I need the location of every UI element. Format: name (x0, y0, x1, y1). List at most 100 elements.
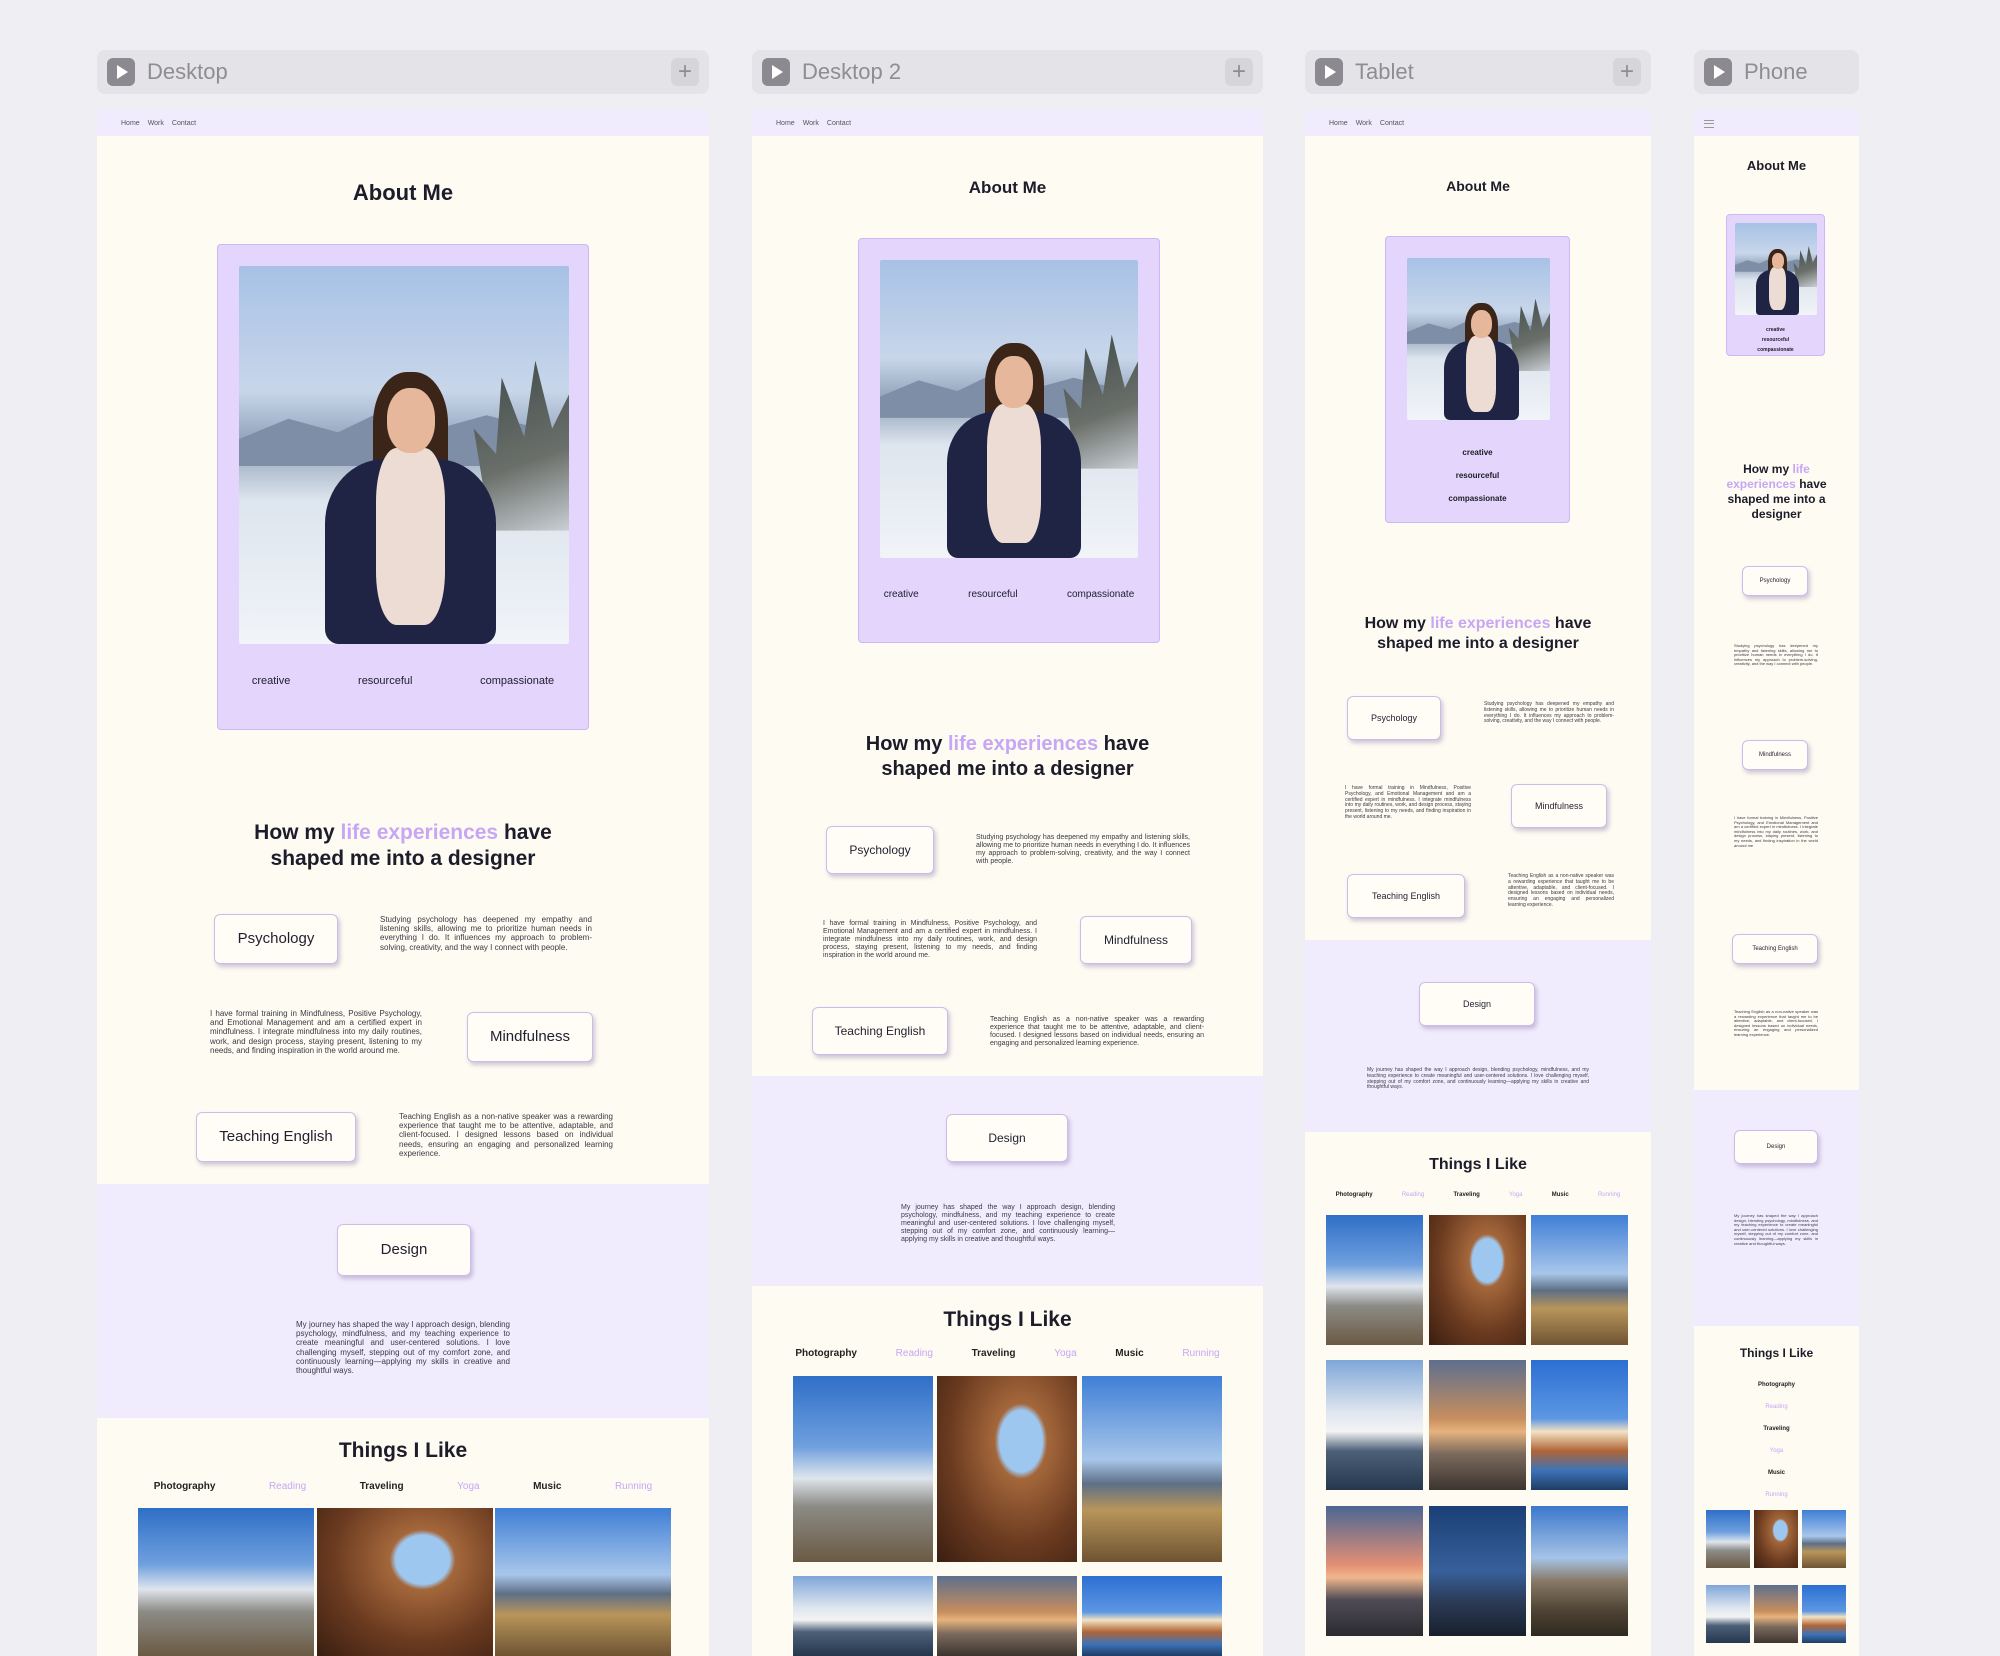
mindfulness-button[interactable]: Mindfulness (1080, 916, 1192, 964)
tab-running[interactable]: Running (615, 1481, 652, 1492)
psychology-button[interactable]: Psychology (1742, 566, 1808, 596)
frame-title: Phone (1744, 59, 1808, 84)
profile-card: creative resourceful compassionate (1385, 236, 1570, 523)
gallery-photo[interactable] (317, 1508, 493, 1656)
tab-music[interactable]: Music (533, 1481, 561, 1492)
teaching-english-text: Teaching English as a non-native speaker… (1508, 873, 1614, 908)
trait-creative: creative (1462, 448, 1493, 457)
tab-traveling[interactable]: Traveling (972, 1348, 1016, 1359)
teaching-english-button[interactable]: Teaching English (1732, 934, 1818, 964)
nav-home-link[interactable]: Home (1329, 120, 1348, 127)
design-section: Design My journey has shaped the way I a… (752, 1076, 1263, 1286)
hamburger-menu-icon[interactable] (1704, 120, 1714, 128)
design-button[interactable]: Design (337, 1224, 471, 1276)
gallery-photo[interactable] (1754, 1585, 1798, 1643)
play-icon[interactable] (1704, 58, 1732, 86)
play-icon[interactable] (107, 58, 135, 86)
teaching-english-button[interactable]: Teaching English (1347, 874, 1465, 918)
tab-running[interactable]: Running (1598, 1192, 1620, 1198)
play-icon[interactable] (762, 58, 790, 86)
gallery-photo[interactable] (1802, 1585, 1846, 1643)
design-button[interactable]: Design (1734, 1130, 1818, 1164)
gallery-photo[interactable] (1326, 1506, 1423, 1636)
teaching-english-button[interactable]: Teaching English (196, 1112, 356, 1162)
gallery-photo[interactable] (1531, 1360, 1628, 1490)
tab-yoga[interactable]: Yoga (1694, 1440, 1859, 1462)
nav-work-link[interactable]: Work (1356, 120, 1372, 127)
tab-reading[interactable]: Reading (1402, 1192, 1424, 1198)
frame-header-desktop[interactable]: Desktop + (97, 50, 709, 94)
mindfulness-text: I have formal training in Mindfulness, P… (1734, 815, 1818, 848)
tab-traveling[interactable]: Traveling (1453, 1192, 1479, 1198)
add-icon[interactable]: + (1225, 58, 1253, 86)
tab-running[interactable]: Running (1182, 1348, 1219, 1359)
gallery-photo[interactable] (793, 1576, 933, 1656)
top-nav: Home Work Contact (1305, 110, 1651, 136)
gallery-photo[interactable] (793, 1376, 933, 1562)
gallery-photo[interactable] (1082, 1576, 1222, 1656)
gallery-photo[interactable] (937, 1576, 1077, 1656)
frame-header-desktop-2[interactable]: Desktop 2 + (752, 50, 1263, 94)
psychology-button[interactable]: Psychology (826, 826, 934, 874)
nav-contact-link[interactable]: Contact (172, 120, 196, 127)
psychology-button[interactable]: Psychology (1347, 696, 1441, 740)
mindfulness-text: I have formal training in Mindfulness, P… (823, 920, 1037, 960)
psychology-text: Studying psychology has deepened my empa… (380, 915, 592, 952)
nav-home-link[interactable]: Home (776, 120, 795, 127)
gallery-photo[interactable] (1754, 1510, 1798, 1568)
nav-contact-link[interactable]: Contact (1380, 120, 1404, 127)
tab-reading[interactable]: Reading (269, 1481, 306, 1492)
nav-home-link[interactable]: Home (121, 120, 140, 127)
mindfulness-button[interactable]: Mindfulness (467, 1012, 593, 1062)
gallery-photo[interactable] (1082, 1376, 1222, 1562)
desktop-frame: Home Work Contact About Me creative reso… (97, 110, 709, 1656)
tab-music[interactable]: Music (1694, 1462, 1859, 1484)
profile-photo (880, 260, 1138, 558)
gallery-photo[interactable] (1531, 1215, 1628, 1345)
gallery-photo[interactable] (138, 1508, 314, 1656)
gallery-photo[interactable] (1326, 1360, 1423, 1490)
gallery-photo[interactable] (1706, 1510, 1750, 1568)
tab-yoga[interactable]: Yoga (457, 1481, 479, 1492)
gallery-photo[interactable] (1429, 1215, 1526, 1345)
tab-running[interactable]: Running (1694, 1484, 1859, 1506)
frame-header-tablet[interactable]: Tablet + (1305, 50, 1651, 94)
design-button[interactable]: Design (1419, 982, 1535, 1026)
design-button[interactable]: Design (946, 1114, 1068, 1162)
trait-compassionate: compassionate (1757, 347, 1794, 353)
gallery-photo[interactable] (937, 1376, 1077, 1562)
mindfulness-button[interactable]: Mindfulness (1511, 784, 1607, 828)
tab-photography[interactable]: Photography (1336, 1192, 1373, 1198)
add-icon[interactable]: + (1613, 58, 1641, 86)
tab-traveling[interactable]: Traveling (360, 1481, 404, 1492)
about-title: About Me (1446, 178, 1510, 194)
psychology-button[interactable]: Psychology (214, 914, 338, 964)
frame-header-phone[interactable]: Phone (1694, 50, 1859, 94)
gallery-photo[interactable] (1531, 1506, 1628, 1636)
tab-reading[interactable]: Reading (1694, 1396, 1859, 1418)
tab-yoga[interactable]: Yoga (1509, 1192, 1522, 1198)
gallery-photo[interactable] (495, 1508, 671, 1656)
gallery-photo[interactable] (1429, 1360, 1526, 1490)
mindfulness-button[interactable]: Mindfulness (1742, 740, 1808, 770)
gallery-photo[interactable] (1429, 1506, 1526, 1636)
gallery-photo[interactable] (1326, 1215, 1423, 1345)
nav-contact-link[interactable]: Contact (827, 120, 851, 127)
tab-music[interactable]: Music (1552, 1192, 1569, 1198)
tab-yoga[interactable]: Yoga (1054, 1348, 1076, 1359)
teaching-english-button[interactable]: Teaching English (812, 1007, 948, 1055)
psychology-text: Studying psychology has deepened my empa… (976, 834, 1191, 866)
add-icon[interactable]: + (671, 58, 699, 86)
tab-photography[interactable]: Photography (795, 1348, 857, 1359)
tab-photography[interactable]: Photography (1694, 1374, 1859, 1396)
play-icon[interactable] (1315, 58, 1343, 86)
tab-reading[interactable]: Reading (896, 1348, 933, 1359)
gallery-photo[interactable] (1802, 1510, 1846, 1568)
tab-photography[interactable]: Photography (154, 1481, 216, 1492)
tab-traveling[interactable]: Traveling (1694, 1418, 1859, 1440)
nav-work-link[interactable]: Work (148, 120, 164, 127)
nav-work-link[interactable]: Work (803, 120, 819, 127)
trait-list: creative resourceful compassionate (1727, 325, 1824, 355)
gallery-photo[interactable] (1706, 1585, 1750, 1643)
tab-music[interactable]: Music (1115, 1348, 1143, 1359)
